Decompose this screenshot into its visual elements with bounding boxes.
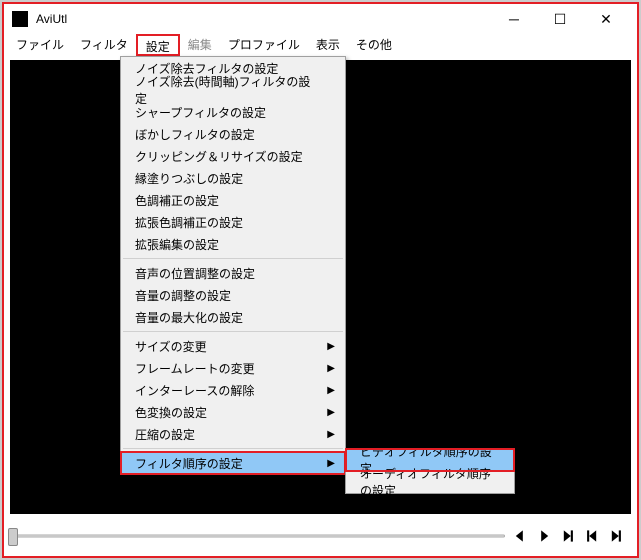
chevron-right-icon: ▶	[327, 407, 335, 418]
chevron-right-icon: ▶	[327, 385, 335, 396]
menuitem-音量の最大化の設定[interactable]: 音量の最大化の設定	[121, 306, 345, 328]
menuitem-色調補正の設定[interactable]: 色調補正の設定	[121, 189, 345, 211]
menuitem-拡張色調補正の設定[interactable]: 拡張色調補正の設定	[121, 211, 345, 233]
go-start-button[interactable]	[581, 525, 603, 547]
separator	[123, 448, 343, 449]
seek-slider[interactable]	[8, 526, 505, 546]
menuitem-label: 縁塗りつぶしの設定	[135, 170, 243, 187]
menuitem-ぼかしフィルタの設定[interactable]: ぼかしフィルタの設定	[121, 123, 345, 145]
menuitem-label: 拡張編集の設定	[135, 236, 219, 253]
go-end-button[interactable]	[605, 525, 627, 547]
menuitem-label: 色調補正の設定	[135, 192, 219, 209]
menuitem-縁塗りつぶしの設定[interactable]: 縁塗りつぶしの設定	[121, 167, 345, 189]
menuitem-サイズの変更[interactable]: サイズの変更 ▶	[121, 335, 345, 357]
menuitem-label: フィルタ順序の設定	[135, 455, 243, 472]
menu-表示[interactable]: 表示	[308, 34, 348, 56]
menu-編集: 編集	[180, 34, 220, 56]
menuitem-label: ぼかしフィルタの設定	[135, 126, 255, 143]
menuitem-音量の調整の設定[interactable]: 音量の調整の設定	[121, 284, 345, 306]
menuitem-label: インターレースの解除	[135, 382, 254, 399]
titlebar[interactable]: AviUtl ─ ☐ ✕	[4, 4, 637, 34]
menuitem-label: 拡張色調補正の設定	[135, 214, 243, 231]
bottom-bar	[8, 520, 633, 552]
menu-ファイル[interactable]: ファイル	[8, 34, 72, 56]
menuitem-label: クリッピング＆リサイズの設定	[135, 148, 303, 165]
menuitem-label: サイズの変更	[135, 338, 207, 355]
menuitem-フレームレートの変更[interactable]: フレームレートの変更 ▶	[121, 357, 345, 379]
menuitem-クリッピング＆リサイズの設定[interactable]: クリッピング＆リサイズの設定	[121, 145, 345, 167]
menubar: ファイルフィルタ設定編集プロファイル表示その他	[4, 34, 637, 56]
close-button[interactable]: ✕	[583, 4, 629, 34]
play-button[interactable]	[533, 525, 555, 547]
menuitem-label: 音量の調整の設定	[135, 287, 231, 304]
menuitem-インターレースの解除[interactable]: インターレースの解除 ▶	[121, 379, 345, 401]
menuitem-拡張編集の設定[interactable]: 拡張編集の設定	[121, 233, 345, 255]
window-title: AviUtl	[36, 12, 491, 26]
playback-controls	[509, 525, 633, 547]
menuitem-label: シャープフィルタの設定	[135, 104, 266, 121]
filter-order-submenu: ビデオフィルタ順序の設定オーディオフィルタ順序の設定	[345, 448, 515, 494]
menu-その他[interactable]: その他	[348, 34, 400, 56]
menuitem-label: 音声の位置調整の設定	[135, 265, 255, 282]
app-window: AviUtl ─ ☐ ✕ ファイルフィルタ設定編集プロファイル表示その他 ノイズ…	[2, 2, 639, 558]
menuitem-ノイズ除去(時間軸)フィルタの設定[interactable]: ノイズ除去(時間軸)フィルタの設定	[121, 79, 345, 101]
menuitem-label: 色変換の設定	[135, 404, 207, 421]
maximize-button[interactable]: ☐	[537, 4, 583, 34]
menuitem-label: フレームレートの変更	[135, 360, 255, 377]
menuitem-label: 圧縮の設定	[135, 426, 195, 443]
menuitem-音声の位置調整の設定[interactable]: 音声の位置調整の設定	[121, 262, 345, 284]
slider-track-line	[8, 535, 505, 538]
next-frame-button[interactable]	[557, 525, 579, 547]
separator	[123, 258, 343, 259]
menu-設定[interactable]: 設定	[136, 34, 180, 56]
app-icon	[12, 11, 28, 27]
menu-フィルタ[interactable]: フィルタ	[72, 34, 136, 56]
window-controls: ─ ☐ ✕	[491, 4, 629, 34]
menuitem-色変換の設定[interactable]: 色変換の設定 ▶	[121, 401, 345, 423]
menuitem-シャープフィルタの設定[interactable]: シャープフィルタの設定	[121, 101, 345, 123]
menu-プロファイル[interactable]: プロファイル	[220, 34, 308, 56]
menuitem-label: 音量の最大化の設定	[135, 309, 243, 326]
menuitem-フィルタ順序の設定[interactable]: フィルタ順序の設定 ▶	[121, 452, 345, 474]
chevron-right-icon: ▶	[327, 363, 335, 374]
submenu-item-オーディオフィルタ順序の設定[interactable]: オーディオフィルタ順序の設定	[346, 471, 514, 493]
minimize-button[interactable]: ─	[491, 4, 537, 34]
slider-thumb[interactable]	[8, 528, 18, 546]
chevron-right-icon: ▶	[327, 341, 335, 352]
menuitem-圧縮の設定[interactable]: 圧縮の設定 ▶	[121, 423, 345, 445]
chevron-right-icon: ▶	[327, 458, 335, 469]
separator	[123, 331, 343, 332]
chevron-right-icon: ▶	[327, 429, 335, 440]
prev-frame-button[interactable]	[509, 525, 531, 547]
settings-dropdown: ノイズ除去フィルタの設定ノイズ除去(時間軸)フィルタの設定シャープフィルタの設定…	[120, 56, 346, 475]
